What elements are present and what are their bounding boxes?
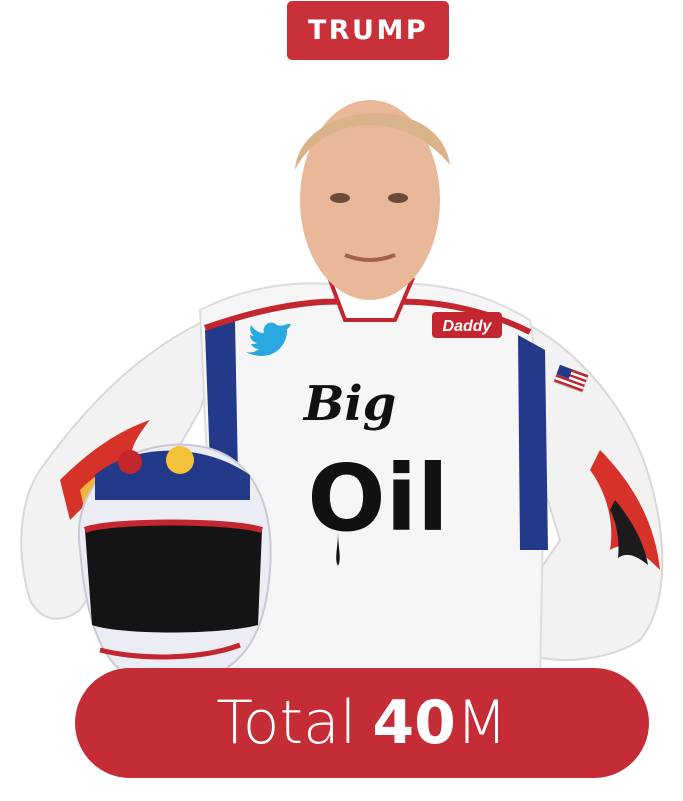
racer-figure-illustration: Daddy Big Oil [0,80,683,720]
face [295,100,450,300]
total-banner: Total 40 M [75,668,649,778]
racing-helmet [77,443,272,687]
total-label: Total [216,688,357,758]
daddy-patch: Daddy [432,312,502,338]
big-oil-logo-line2: Oil [307,445,448,552]
big-oil-logo-line1: Big [302,376,396,432]
candidate-name-badge: TRUMP [287,1,449,60]
total-value: 40 [372,688,456,758]
daddy-patch-text: Daddy [443,318,493,335]
total-unit: M [455,688,508,758]
